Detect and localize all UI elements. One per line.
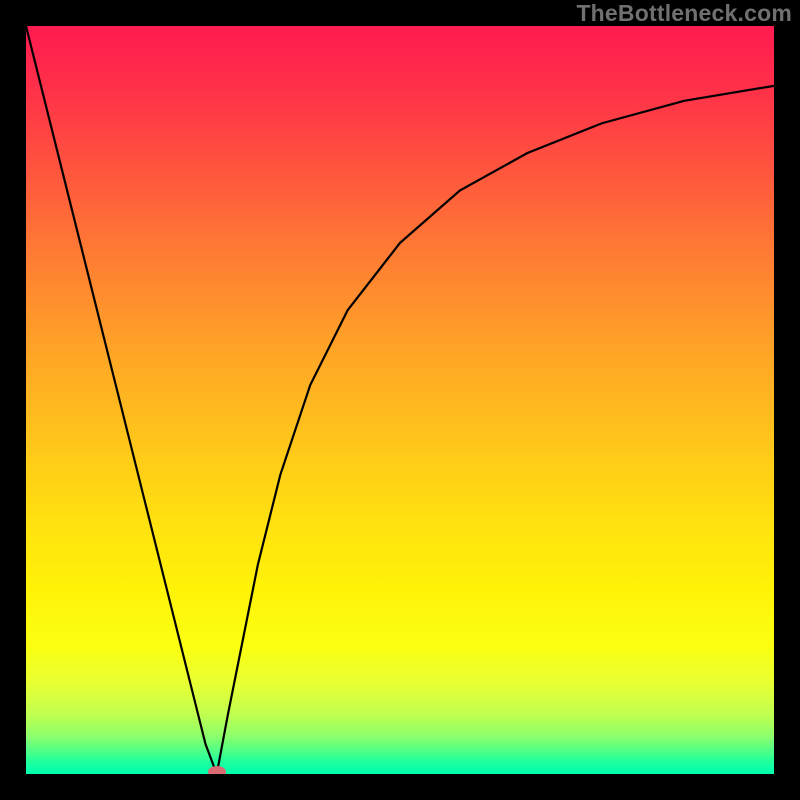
minimum-marker — [208, 766, 226, 778]
curve-left-branch — [26, 26, 217, 774]
curve-svg — [26, 26, 774, 774]
chart-canvas: TheBottleneck.com — [0, 0, 800, 800]
watermark-label: TheBottleneck.com — [576, 0, 792, 27]
curve-right-branch — [217, 86, 774, 774]
